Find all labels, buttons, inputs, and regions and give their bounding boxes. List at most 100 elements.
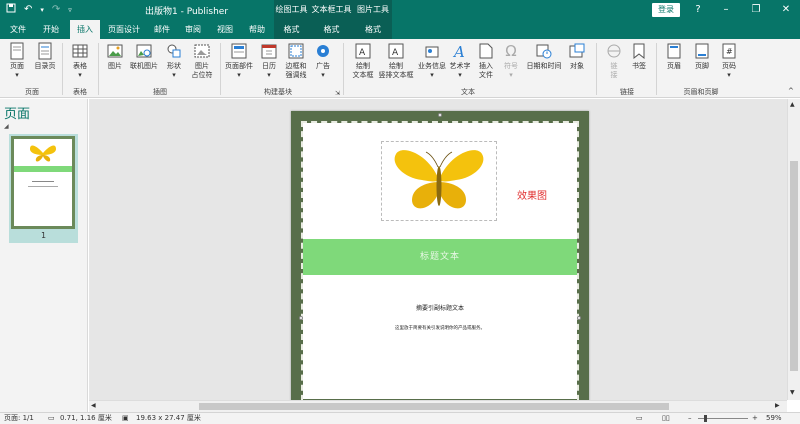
group-separator xyxy=(62,43,63,95)
vertical-scroll-thumb[interactable] xyxy=(790,161,798,371)
tab-textbox-format[interactable]: 格式 xyxy=(309,20,354,39)
tab-review[interactable]: 审阅 xyxy=(178,20,208,39)
horizontal-scrollbar[interactable]: ◀ ▶ xyxy=(89,400,787,412)
zoom-level[interactable]: 59% xyxy=(766,413,782,424)
page-number-icon: # xyxy=(720,42,738,60)
zoom-in-button[interactable]: + xyxy=(752,413,758,424)
tab-insert[interactable]: 插入 xyxy=(70,20,100,39)
footer-button[interactable]: 页脚 xyxy=(690,42,714,71)
butterfly-icon xyxy=(394,150,484,209)
table-icon xyxy=(71,42,89,60)
advertisement-icon xyxy=(314,42,332,60)
header-button[interactable]: 页眉 xyxy=(662,42,686,71)
close-button[interactable]: ✕ xyxy=(774,2,798,18)
context-group-textbox-tools: 文本框工具 xyxy=(309,0,354,20)
group-label-building-blocks: 构建基块 xyxy=(264,88,292,96)
symbol-button[interactable]: Ω 符号 ▾ xyxy=(500,42,522,80)
draw-textbox-button[interactable]: A 绘制 文本框 xyxy=(348,42,378,80)
page-button[interactable]: 页面 ▾ xyxy=(6,42,28,80)
business-info-icon xyxy=(423,42,441,60)
publication-page[interactable]: 效果图 标题文本 摘要引副标题文本 这里放于简要有关引发说明你的产品或服务。 xyxy=(291,111,589,400)
vertical-scrollbar[interactable]: ▲ ▼ xyxy=(787,99,800,400)
borders-accents-button[interactable]: 边框和 强调线 xyxy=(282,42,310,80)
collapse-pane-icon[interactable]: ◢ xyxy=(4,123,9,130)
calendar-icon xyxy=(260,42,278,60)
tab-picture-format[interactable]: 格式 xyxy=(354,20,392,39)
collapse-ribbon-icon[interactable]: ^ xyxy=(788,87,794,96)
undo-icon[interactable]: ↶ xyxy=(24,3,32,18)
tab-view[interactable]: 视图 xyxy=(210,20,240,39)
advertisement-button[interactable]: 广告 ▾ xyxy=(312,42,334,80)
customize-qat-icon[interactable]: ▿ xyxy=(68,3,72,18)
insert-file-button[interactable]: 插入 文件 xyxy=(474,42,498,80)
online-picture-icon xyxy=(135,42,153,60)
page-thumbnail[interactable] xyxy=(11,136,75,229)
status-position: 0.71, 1.16 厘米 xyxy=(60,414,112,422)
butterfly-picture[interactable] xyxy=(381,141,497,221)
table-button[interactable]: 表格 ▾ xyxy=(68,42,92,80)
shapes-icon xyxy=(165,42,183,60)
ribbon: 页面 ▾ 目录页 页面 表格 ▾ 表格 图片 联机图片 形状 ▾ 图片 占位符 插图 … xyxy=(0,39,800,98)
undo-dropdown-icon[interactable]: ▾ xyxy=(40,3,44,18)
link-button[interactable]: 链 接 xyxy=(604,42,624,80)
tab-help[interactable]: 帮助 xyxy=(242,20,272,39)
date-time-button[interactable]: 日期和时间 xyxy=(524,42,564,71)
zoom-out-button[interactable]: – xyxy=(688,413,692,424)
online-pictures-button[interactable]: 联机图片 xyxy=(128,42,160,71)
link-icon xyxy=(605,42,623,60)
single-page-view-icon[interactable]: ▭ xyxy=(636,413,643,424)
bookmark-button[interactable]: 书签 xyxy=(628,42,650,71)
wordart-button[interactable]: A 艺术字 ▾ xyxy=(448,42,472,80)
help-icon[interactable]: ? xyxy=(686,2,710,18)
tab-file[interactable]: 文件 xyxy=(4,20,32,39)
zoom-slider-thumb[interactable] xyxy=(704,415,707,422)
business-info-button[interactable]: 业务信息 ▾ xyxy=(416,42,448,80)
bookmark-icon xyxy=(630,42,648,60)
subtitle-text[interactable]: 摘要引副标题文本 xyxy=(303,303,577,312)
page-number-button[interactable]: # 页码 ▾ xyxy=(718,42,740,80)
page-parts-button[interactable]: 页面部件 ▾ xyxy=(222,42,256,80)
shapes-button[interactable]: 形状 ▾ xyxy=(162,42,186,80)
resize-handle-right[interactable] xyxy=(577,316,581,320)
draw-vertical-textbox-button[interactable]: A 绘制 竖排文本框 xyxy=(376,42,416,80)
restore-button[interactable]: ❐ xyxy=(744,2,768,18)
scroll-up-icon[interactable]: ▲ xyxy=(790,101,795,108)
two-page-view-icon[interactable]: ▯▯ xyxy=(662,413,670,424)
redo-icon[interactable]: ↷ xyxy=(52,3,60,18)
effect-label[interactable]: 效果图 xyxy=(517,187,547,202)
group-separator xyxy=(98,43,99,95)
position-icon: ▭ xyxy=(48,414,55,422)
rotate-handle[interactable] xyxy=(438,113,442,117)
vertical-textbox-icon: A xyxy=(387,42,405,60)
scroll-right-icon[interactable]: ▶ xyxy=(775,402,780,409)
building-blocks-launcher-icon[interactable]: ⇲ xyxy=(335,89,340,98)
toc-icon xyxy=(36,42,54,60)
status-size: 19.63 x 27.47 厘米 xyxy=(136,414,201,422)
resize-handle-left[interactable] xyxy=(299,316,303,320)
tab-home[interactable]: 开始 xyxy=(32,20,70,39)
title-banner[interactable]: 标题文本 xyxy=(303,239,577,275)
horizontal-scroll-thumb[interactable] xyxy=(199,403,669,410)
context-group-drawing-tools: 绘图工具 xyxy=(274,0,309,20)
picture-button[interactable]: 图片 xyxy=(104,42,126,71)
ribbon-tabs: 文件 开始 插入 页面设计 邮件 审阅 视图 帮助 格式 格式 格式 xyxy=(0,20,800,39)
tab-mailings[interactable]: 邮件 xyxy=(148,20,176,39)
scroll-down-icon[interactable]: ▼ xyxy=(790,389,795,396)
tab-drawing-format[interactable]: 格式 xyxy=(274,20,309,39)
picture-placeholder-button[interactable]: 图片 占位符 xyxy=(188,42,216,80)
toc-button[interactable]: 目录页 xyxy=(32,42,58,71)
insert-file-icon xyxy=(477,42,495,60)
calendar-button[interactable]: 日历 ▾ xyxy=(258,42,280,80)
picture-placeholder-icon xyxy=(193,42,211,60)
save-icon[interactable] xyxy=(6,3,16,18)
group-separator xyxy=(343,43,344,95)
description-text[interactable]: 这里放于简要有关引发说明你的产品或服务。 xyxy=(303,325,577,331)
status-bar: 页面: 1/1 ▭ 0.71, 1.16 厘米 ▣ 19.63 x 27.47 … xyxy=(0,412,800,424)
tab-page-design[interactable]: 页面设计 xyxy=(102,20,146,39)
minimize-button[interactable]: – xyxy=(714,2,738,18)
login-button[interactable]: 登录 xyxy=(652,3,680,17)
object-button[interactable]: 对象 xyxy=(566,42,588,71)
document-canvas[interactable]: 效果图 标题文本 摘要引副标题文本 这里放于简要有关引发说明你的产品或服务。 xyxy=(89,99,787,400)
page-parts-icon xyxy=(230,42,248,60)
scroll-left-icon[interactable]: ◀ xyxy=(91,402,96,409)
